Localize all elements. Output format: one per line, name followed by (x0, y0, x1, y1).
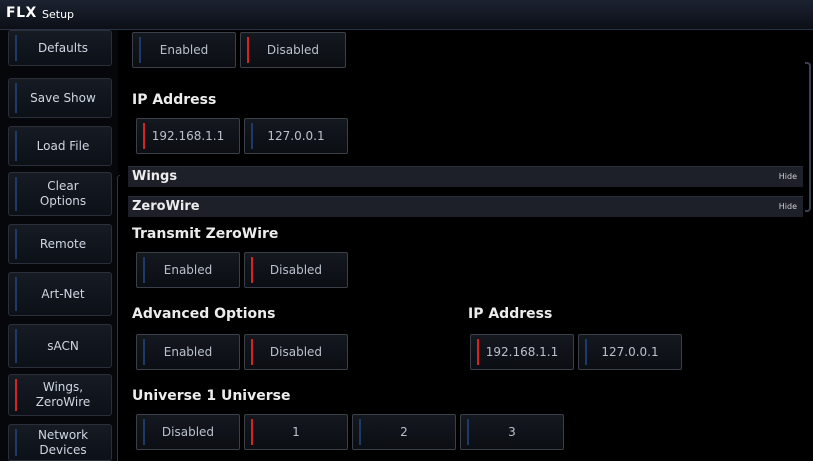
universe-label: Universe 1 Universe (132, 388, 291, 404)
sidebar-item-label: Remote (39, 236, 87, 251)
universe-3-button[interactable]: 3 (460, 414, 564, 450)
sidebar-item-wings-zerowire[interactable]: Wings, ZeroWire (8, 374, 112, 416)
vertical-scrollbar[interactable] (803, 30, 813, 461)
title-bar: FLX Setup (0, 0, 813, 30)
button-label: 1 (292, 425, 300, 439)
button-label: Disabled (266, 43, 320, 57)
button-label: Enabled (159, 43, 209, 57)
sidebar-item-label: Art-Net (41, 286, 85, 301)
advanced-disabled-button[interactable]: Disabled (244, 334, 348, 370)
advanced-ip-address-label: IP Address (468, 306, 553, 322)
zerowire-section-header[interactable]: ZeroWire Hide (128, 196, 803, 217)
zerowire-hide-button[interactable]: Hide (779, 202, 797, 211)
advanced-options-label: Advanced Options (132, 306, 276, 322)
button-label: Enabled (163, 263, 213, 277)
sidebar-item-label: Save Show (30, 90, 96, 105)
button-label: Enabled (163, 345, 213, 359)
sidebar-item-defaults[interactable]: Defaults (8, 30, 112, 66)
wings-section-header[interactable]: Wings Hide (128, 166, 803, 187)
sidebar-item-network-devices[interactable]: Network Devices (8, 424, 112, 461)
button-label: Disabled (161, 425, 215, 439)
ip-option-192-168-1-1[interactable]: 192.168.1.1 (136, 118, 240, 154)
sidebar-item-remote[interactable]: Remote (8, 224, 112, 264)
scrollbar-thumb[interactable] (805, 62, 811, 212)
universe-1-button[interactable]: 1 (244, 414, 348, 450)
sidebar-item-label: Defaults (37, 40, 89, 55)
sidebar-item-label: Load File (36, 138, 90, 153)
setup-sidebar: Defaults Save Show Load File Clear Optio… (0, 30, 118, 461)
sidebar-item-label: sACN (47, 338, 79, 353)
button-label: Disabled (269, 263, 323, 277)
flx-logo: FLX (6, 5, 37, 21)
advanced-ip-option-127-0-0-1[interactable]: 127.0.0.1 (578, 334, 682, 370)
sidebar-item-sacn[interactable]: sACN (8, 324, 112, 368)
button-label: 192.168.1.1 (151, 129, 225, 143)
sidebar-item-load-file[interactable]: Load File (8, 126, 112, 166)
advanced-enabled-button[interactable]: Enabled (136, 334, 240, 370)
wings-header-title: Wings (132, 169, 178, 184)
ip-option-127-0-0-1[interactable]: 127.0.0.1 (244, 118, 348, 154)
transmit-enabled-button[interactable]: Enabled (136, 252, 240, 288)
zerowire-header-title: ZeroWire (132, 199, 200, 214)
sidebar-item-clear-options[interactable]: Clear Options (8, 172, 112, 216)
button-label: 2 (400, 425, 408, 439)
transmit-disabled-button[interactable]: Disabled (244, 252, 348, 288)
sidebar-item-label: Network Devices (37, 427, 89, 457)
sidebar-item-label: Clear Options (39, 179, 87, 208)
window-title: Setup (42, 8, 75, 21)
transmit-zerowire-label: Transmit ZeroWire (132, 226, 279, 242)
universe-2-button[interactable]: 2 (352, 414, 456, 450)
top-disabled-button[interactable]: Disabled (240, 32, 346, 68)
ip-address-label: IP Address (132, 92, 217, 108)
sidebar-item-save-show[interactable]: Save Show (8, 78, 112, 118)
button-label: 127.0.0.1 (267, 129, 325, 143)
button-label: 3 (508, 425, 516, 439)
sidebar-item-label: Wings, ZeroWire (35, 380, 91, 409)
sidebar-item-art-net[interactable]: Art-Net (8, 272, 112, 316)
advanced-ip-option-192-168-1-1[interactable]: 192.168.1.1 (470, 334, 574, 370)
button-label: Disabled (269, 345, 323, 359)
sidebar-divider (117, 175, 120, 461)
universe-disabled-button[interactable]: Disabled (136, 414, 240, 450)
wings-hide-button[interactable]: Hide (779, 172, 797, 181)
button-label: 127.0.0.1 (601, 345, 659, 359)
button-label: 192.168.1.1 (485, 345, 559, 359)
top-enabled-button[interactable]: Enabled (132, 32, 236, 68)
